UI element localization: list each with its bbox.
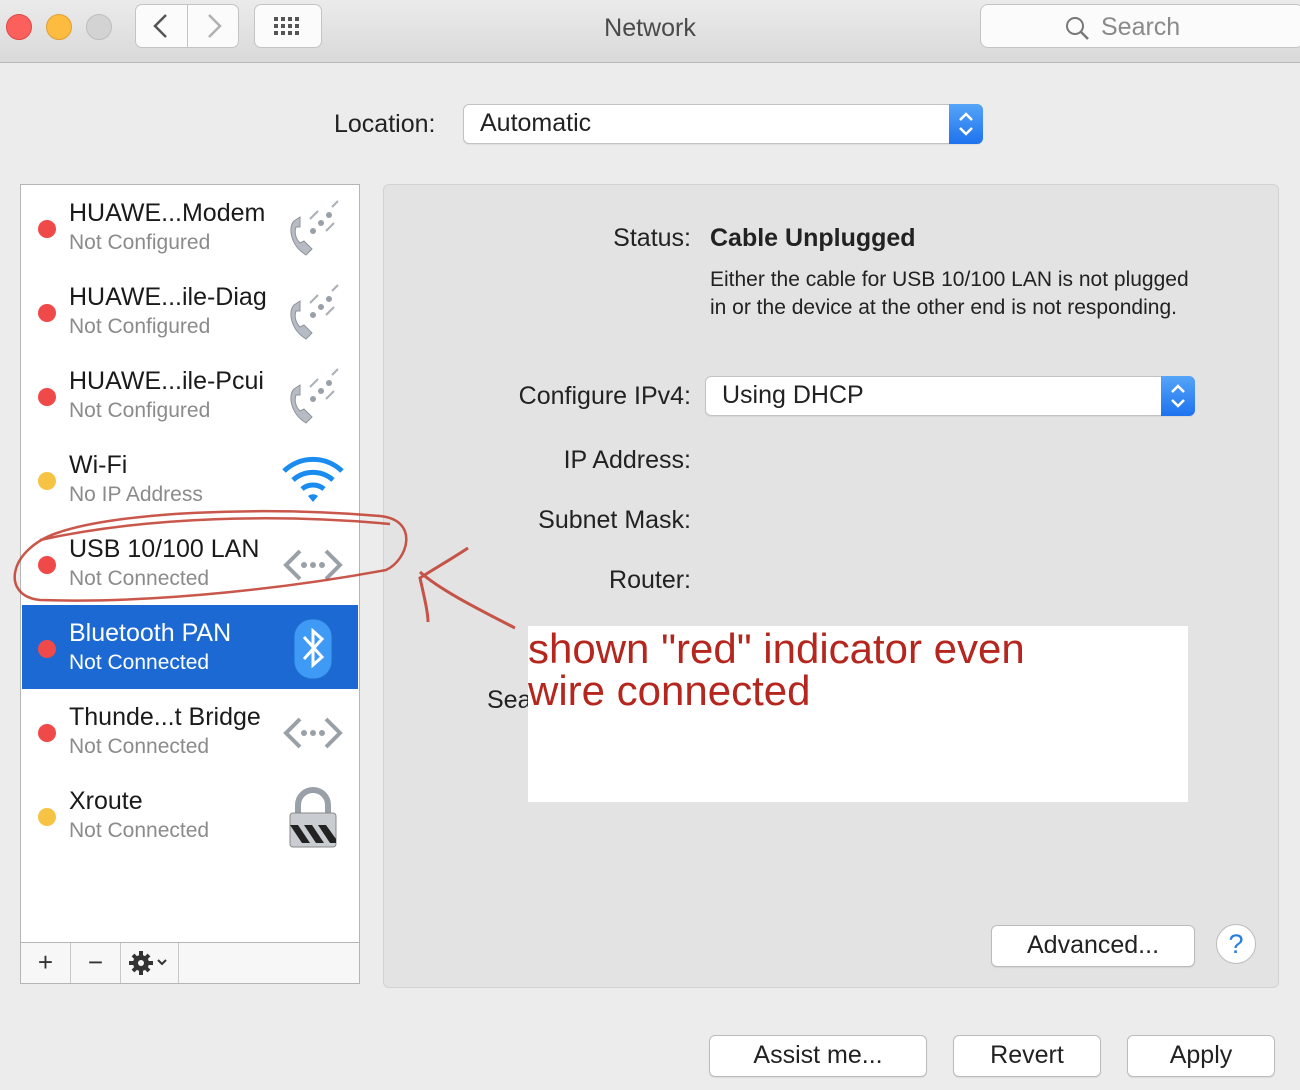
status-dot bbox=[38, 472, 56, 490]
service-status: Not Configured bbox=[69, 231, 211, 254]
revert-button[interactable]: Revert bbox=[953, 1035, 1101, 1077]
service-item-xroute[interactable]: Xroute Not Connected bbox=[22, 773, 358, 857]
service-name: HUAWE...ile-Diag bbox=[69, 283, 267, 311]
stepper-arrows-icon bbox=[949, 104, 983, 144]
service-status: Not Connected bbox=[69, 567, 210, 590]
service-list: HUAWE...Modem Not Configured HUAWE...ile… bbox=[20, 184, 360, 984]
annotation-box: shown "red" indicator even wire connecte… bbox=[528, 626, 1188, 802]
service-item-huawei-pcui[interactable]: HUAWE...ile-Pcui Not Configured bbox=[22, 353, 358, 437]
annotation-line-1: shown "red" indicator even bbox=[528, 625, 1025, 672]
search-icon bbox=[1066, 17, 1089, 40]
annotation-line-2: wire connected bbox=[528, 667, 811, 714]
status-description: Either the cable for USB 10/100 LAN is n… bbox=[710, 268, 1189, 319]
window-titlebar: Network Search bbox=[0, 0, 1300, 63]
assist-me-button[interactable]: Assist me... bbox=[709, 1035, 927, 1077]
service-name: Thunde...t Bridge bbox=[69, 703, 261, 731]
configure-ipv4-label: Configure IPv4: bbox=[518, 382, 691, 410]
service-name: HUAWE...Modem bbox=[69, 199, 266, 227]
service-item-huawei-modem[interactable]: HUAWE...Modem Not Configured bbox=[22, 185, 358, 269]
ethernet-icon bbox=[283, 717, 343, 749]
stepper-arrows-icon bbox=[1161, 376, 1195, 416]
status-dot bbox=[38, 808, 56, 826]
action-menu-button[interactable] bbox=[121, 943, 179, 983]
status-value: Cable Unplugged bbox=[710, 224, 916, 252]
apply-button[interactable]: Apply bbox=[1127, 1035, 1275, 1077]
router-label: Router: bbox=[609, 566, 691, 594]
ip-address-label: IP Address: bbox=[563, 446, 691, 474]
service-status: Not Connected bbox=[69, 651, 210, 674]
remove-service-button[interactable]: − bbox=[71, 943, 121, 983]
status-dot bbox=[38, 304, 56, 322]
wifi-icon bbox=[282, 456, 344, 502]
subnet-mask-label: Subnet Mask: bbox=[538, 506, 691, 534]
service-status: Not Configured bbox=[69, 315, 211, 338]
service-item-wifi[interactable]: Wi-Fi No IP Address bbox=[22, 437, 358, 521]
ethernet-icon bbox=[283, 549, 343, 581]
service-name: Wi-Fi bbox=[69, 451, 128, 479]
phone-modem-icon bbox=[290, 368, 339, 424]
help-button[interactable]: ? bbox=[1216, 924, 1256, 964]
configure-ipv4-value: Using DHCP bbox=[722, 381, 864, 409]
service-item-usb-lan[interactable]: USB 10/100 LAN Not Connected bbox=[22, 521, 358, 605]
search-placeholder: Search bbox=[1101, 13, 1181, 41]
status-dot bbox=[38, 640, 56, 658]
status-dot bbox=[38, 388, 56, 406]
gear-icon bbox=[128, 951, 167, 975]
service-name: USB 10/100 LAN bbox=[69, 535, 260, 563]
service-list-toolbar: + − bbox=[21, 942, 359, 983]
search-domains-label: Sea bbox=[487, 686, 532, 714]
service-item-bluetooth-pan[interactable]: Bluetooth PAN Not Connected bbox=[22, 605, 358, 689]
phone-modem-icon bbox=[290, 200, 339, 256]
service-name: Xroute bbox=[69, 787, 143, 815]
service-name: HUAWE...ile-Pcui bbox=[69, 367, 264, 395]
service-status: Not Connected bbox=[69, 819, 210, 842]
status-dot bbox=[38, 724, 56, 742]
configure-ipv4-select[interactable]: Using DHCP bbox=[705, 376, 1195, 416]
location-value: Automatic bbox=[480, 109, 592, 137]
advanced-button[interactable]: Advanced... bbox=[991, 925, 1195, 967]
status-dot bbox=[38, 556, 56, 574]
status-label: Status: bbox=[613, 224, 691, 252]
service-status: Not Connected bbox=[69, 735, 210, 758]
location-label: Location: bbox=[334, 110, 436, 138]
service-status: Not Configured bbox=[69, 399, 211, 422]
service-item-huawei-diag[interactable]: HUAWE...ile-Diag Not Configured bbox=[22, 269, 358, 353]
location-select[interactable]: Automatic bbox=[463, 104, 983, 144]
service-item-thunderbolt-bridge[interactable]: Thunde...t Bridge Not Connected bbox=[22, 689, 358, 773]
bluetooth-icon bbox=[293, 618, 333, 680]
phone-modem-icon bbox=[290, 284, 339, 340]
service-status: No IP Address bbox=[69, 483, 203, 506]
search-field[interactable]: Search bbox=[980, 4, 1300, 48]
add-service-button[interactable]: + bbox=[21, 943, 71, 983]
service-name: Bluetooth PAN bbox=[69, 619, 232, 647]
status-dot bbox=[38, 220, 56, 238]
vpn-lock-icon bbox=[289, 787, 337, 848]
